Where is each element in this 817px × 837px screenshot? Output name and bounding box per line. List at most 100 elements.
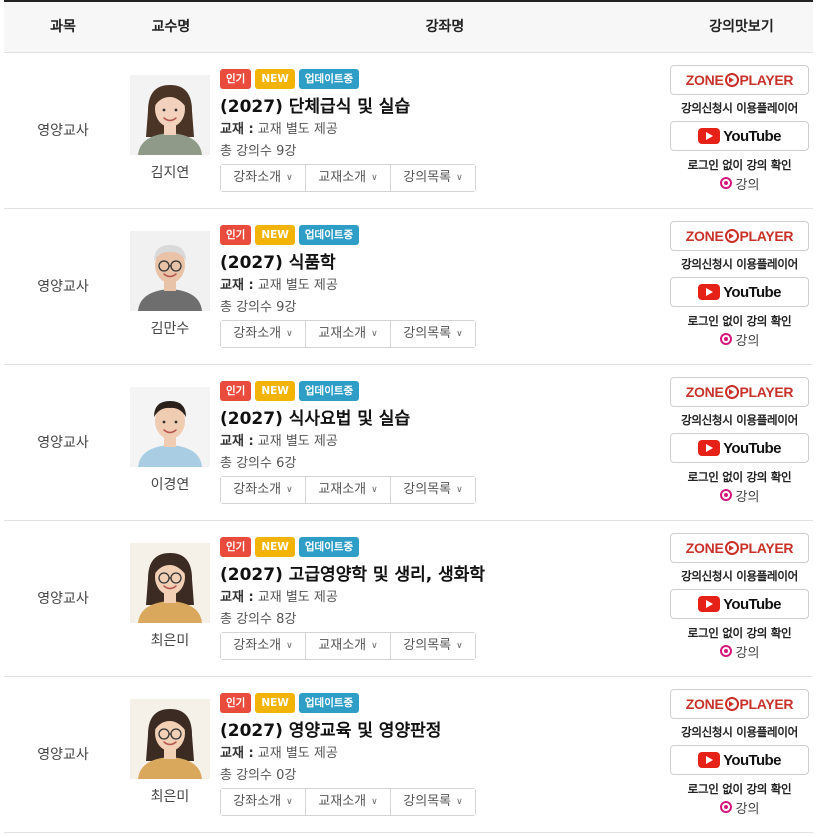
professor-photo[interactable] [130,543,210,623]
youtube-label: YouTube [723,751,781,769]
material-value: 교재 별도 제공 [257,122,338,137]
lecture-list-dropdown[interactable]: 강의목록 ∨ [391,165,475,191]
player-text: PLAYER [739,228,794,244]
book-intro-dropdown[interactable]: 교재소개 ∨ [306,165,391,191]
lecture-link-label: 강의 [735,177,760,193]
youtube-button[interactable]: YouTube [670,121,809,151]
professor-name[interactable]: 이경연 [130,474,210,494]
play-circle-icon [724,229,739,243]
youtube-label: YouTube [723,595,781,613]
professor-cell: 김지연 [130,75,210,182]
zone-player-button[interactable]: ZONE PLAYER [670,65,809,95]
course-intro-dropdown[interactable]: 강좌소개 ∨ [221,165,306,191]
lecture-radio-link[interactable]: 강의 [719,486,759,505]
professor-cell: 김만수 [130,231,210,338]
course-intro-dropdown[interactable]: 강좌소개 ∨ [221,789,306,815]
professor-name[interactable]: 최은미 [130,786,210,806]
preview-cell: ZONE PLAYER 강의신청시 이용플레이어 YouTube 로그인 없이 강… [670,533,809,661]
lecture-radio-link[interactable]: 강의 [719,798,759,817]
badge-updating: 업데이트중 [298,693,360,713]
material-value: 교재 별도 제공 [257,746,338,761]
lecture-list-dropdown[interactable]: 강의목록 ∨ [391,789,475,815]
professor-photo[interactable] [130,387,210,467]
badge-new: NEW [255,225,295,245]
zone-player-button[interactable]: ZONE PLAYER [670,377,809,407]
chevron-down-icon: ∨ [456,641,463,651]
youtube-button[interactable]: YouTube [670,277,809,307]
book-intro-dropdown[interactable]: 교재소개 ∨ [306,321,391,347]
professor-photo[interactable] [130,231,210,311]
lecture-radio-link[interactable]: 강의 [719,174,760,193]
badge-popular: 인기 [220,381,252,401]
play-circle-icon [724,385,739,399]
book-intro-label: 교재소개 [318,638,367,653]
course-title[interactable]: (2027) 단체급식 및 실습 [220,95,660,119]
zone-player-logo: ZONE PLAYER [686,72,794,88]
chevron-down-icon: ∨ [286,485,293,495]
radio-dot-icon [719,333,732,345]
zone-player-button[interactable]: ZONE PLAYER [670,533,809,563]
course-title[interactable]: (2027) 고급영양학 및 생리, 생화학 [220,563,660,587]
badge-popular: 인기 [220,693,252,713]
lecture-list-dropdown[interactable]: 강의목록 ∨ [391,321,475,347]
course-cell: 인기 NEW 업데이트중 (2027) 식품학 교재 : 교재 별도 제공 총 … [220,225,660,348]
player-text: PLAYER [739,72,794,88]
lecture-list-dropdown[interactable]: 강의목록 ∨ [391,477,475,503]
preview-cell: ZONE PLAYER 강의신청시 이용플레이어 YouTube 로그인 없이 강… [670,221,809,349]
material-value: 교재 별도 제공 [257,590,338,605]
material-label: 교재 : [220,590,254,605]
lecture-count: 총 강의수 8강 [220,612,297,627]
zone-player-button[interactable]: ZONE PLAYER [670,689,809,719]
badge-new: NEW [255,693,295,713]
header-preview: 강의맛보기 [709,19,774,35]
youtube-label: YouTube [723,283,781,301]
subject-cell: 영양교사 [37,435,89,451]
zone-player-button[interactable]: ZONE PLAYER [670,221,809,251]
badge-new: NEW [255,381,295,401]
chevron-down-icon: ∨ [456,329,463,339]
youtube-button[interactable]: YouTube [670,745,809,775]
login-caption: 로그인 없이 강의 확인 [687,314,792,328]
book-intro-dropdown[interactable]: 교재소개 ∨ [306,477,391,503]
professor-photo[interactable] [130,699,210,779]
chevron-down-icon: ∨ [286,173,293,183]
youtube-button[interactable]: YouTube [670,589,809,619]
book-intro-dropdown[interactable]: 교재소개 ∨ [306,633,391,659]
professor-photo[interactable] [130,75,210,155]
youtube-label: YouTube [723,439,781,457]
lecture-count: 총 강의수 0강 [220,768,297,783]
course-intro-label: 강좌소개 [233,170,282,185]
table-row: 영양교사 이경연 인기 NEW 업데이트중 (2027) 식사요법 및 실습 교… [4,365,813,521]
badge-group: 인기 NEW 업데이트중 [220,69,660,89]
professor-portrait-icon [130,543,210,623]
zone-player-logo: ZONE PLAYER [686,540,794,556]
course-intro-dropdown[interactable]: 강좌소개 ∨ [221,633,306,659]
course-title[interactable]: (2027) 식사요법 및 실습 [220,407,660,431]
youtube-button[interactable]: YouTube [670,433,809,463]
book-intro-label: 교재소개 [318,326,367,341]
chevron-down-icon: ∨ [371,641,378,651]
book-intro-dropdown[interactable]: 교재소개 ∨ [306,789,391,815]
professor-name[interactable]: 최은미 [130,630,210,650]
course-title[interactable]: (2027) 식품학 [220,251,660,275]
lecture-radio-link[interactable]: 강의 [719,642,759,661]
course-intro-label: 강좌소개 [233,794,282,809]
course-title[interactable]: (2027) 영양교육 및 영양판정 [220,719,660,743]
dropdown-group: 강좌소개 ∨ 교재소개 ∨ 강의목록 ∨ [220,164,476,192]
lecture-radio-link[interactable]: 강의 [719,330,759,349]
lecture-list-label: 강의목록 [403,794,452,809]
badge-group: 인기 NEW 업데이트중 [220,381,660,401]
player-caption: 강의신청시 이용플레이어 [681,413,798,427]
badge-group: 인기 NEW 업데이트중 [220,225,660,245]
lecture-list-dropdown[interactable]: 강의목록 ∨ [391,633,475,659]
preview-cell: ZONE PLAYER 강의신청시 이용플레이어 YouTube 로그인 없이 강… [670,377,809,505]
material-label: 교재 : [220,122,254,137]
professor-name[interactable]: 김만수 [130,318,210,338]
zone-player-logo: ZONE PLAYER [686,384,794,400]
book-intro-label: 교재소개 [318,794,367,809]
badge-updating: 업데이트중 [298,225,360,245]
course-intro-dropdown[interactable]: 강좌소개 ∨ [221,477,306,503]
professor-name[interactable]: 김지연 [130,162,210,182]
course-intro-dropdown[interactable]: 강좌소개 ∨ [221,321,306,347]
zone-text: ZONE [685,228,724,244]
